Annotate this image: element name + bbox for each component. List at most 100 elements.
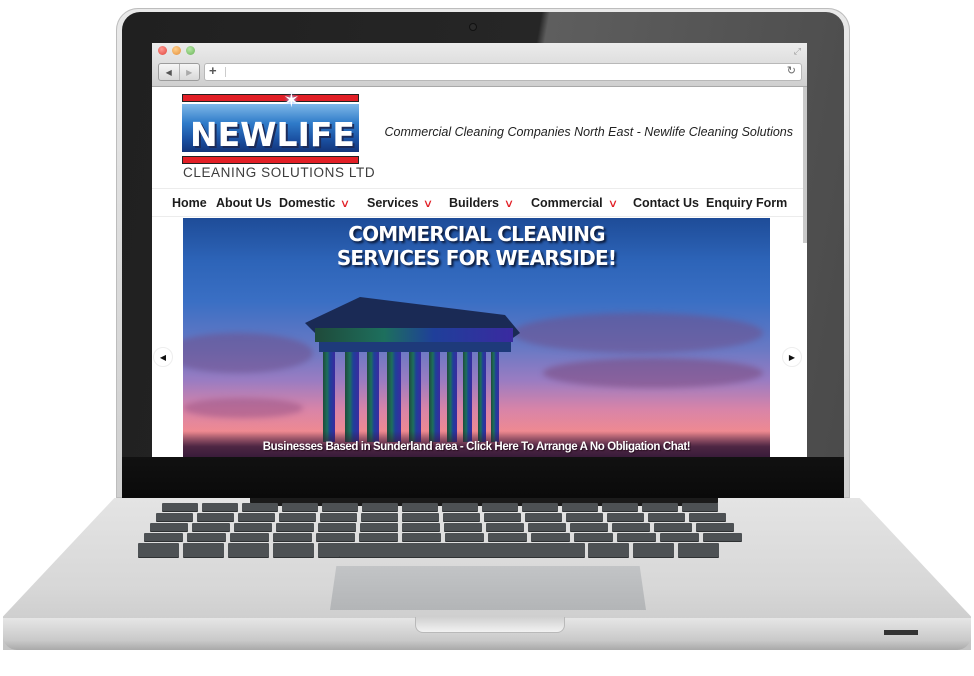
chevron-down-icon[interactable]: ∨ <box>504 197 514 210</box>
keyboard-key <box>617 533 656 541</box>
nav-label: Domestic <box>279 196 336 210</box>
keyboard-key <box>242 503 278 511</box>
cloud <box>513 313 763 353</box>
keyboard-key <box>192 523 230 531</box>
keyboard-key <box>359 533 398 541</box>
hero-title-line: COMMERCIAL CLEANING <box>348 222 605 246</box>
keyboard-key <box>484 513 521 521</box>
keyboard-key <box>230 533 269 541</box>
close-window-button[interactable] <box>158 46 167 55</box>
fullscreen-icon[interactable]: ⤢ <box>794 46 801 57</box>
chevron-down-icon[interactable]: ∨ <box>340 197 350 210</box>
chevron-left-icon: ◀ <box>159 352 167 362</box>
keyboard-key <box>660 533 699 541</box>
forward-button[interactable]: ▶ <box>180 64 200 80</box>
keyboard-key <box>689 513 726 521</box>
star-icon: ✶ <box>283 90 300 112</box>
nav-enquiry-form[interactable]: Enquiry Form <box>706 196 787 210</box>
address-bar[interactable]: + ↻ <box>204 63 802 81</box>
address-divider <box>225 67 226 77</box>
keyboard-key <box>648 513 685 521</box>
chevron-down-icon[interactable]: ∨ <box>423 197 433 210</box>
keyboard-key <box>531 533 570 541</box>
keyboard-key <box>234 523 272 531</box>
cloud <box>183 333 313 373</box>
history-buttons: ◀ ▶ <box>158 63 200 81</box>
camera-icon <box>469 23 477 31</box>
nav-label: Home <box>172 196 207 210</box>
minimize-window-button[interactable] <box>172 46 181 55</box>
nav-domestic[interactable]: Domestic ∨ <box>279 196 351 210</box>
hero-banner[interactable]: COMMERCIAL CLEANING SERVICES FOR WEARSID… <box>183 218 770 457</box>
keyboard-key <box>162 503 198 511</box>
keyboard-key <box>316 533 355 541</box>
back-button[interactable]: ◀ <box>159 64 180 80</box>
keyboard-key <box>607 513 644 521</box>
maximize-window-button[interactable] <box>186 46 195 55</box>
nav-about-us[interactable]: About Us <box>216 196 272 210</box>
keyboard-key <box>276 523 314 531</box>
slider-next-button[interactable]: ▶ <box>782 347 802 367</box>
keyboard-key <box>144 533 183 541</box>
nav-label: Services <box>367 196 419 210</box>
keyboard-key <box>566 513 603 521</box>
nav-commercial[interactable]: Commercial ∨ <box>531 196 618 210</box>
keyboard-key <box>442 503 478 511</box>
keyboard-key <box>138 543 179 557</box>
keyboard-key <box>197 513 234 521</box>
keyboard-key <box>633 543 674 557</box>
spacebar <box>339 543 585 557</box>
slider-prev-button[interactable]: ◀ <box>153 347 173 367</box>
keyboard-key <box>444 523 482 531</box>
logo-red-stripe <box>182 94 359 102</box>
nav-label: Commercial <box>531 196 603 210</box>
keyboard-key <box>486 523 524 531</box>
usb-port <box>884 630 918 635</box>
keyboard-key <box>402 523 440 531</box>
chevron-right-icon: ▶ <box>788 352 796 362</box>
keyboard-key <box>156 513 193 521</box>
keyboard-key <box>678 543 719 557</box>
hero-cta-link[interactable]: Businesses Based in Sunderland area - Cl… <box>183 441 770 453</box>
keyboard-key <box>402 533 441 541</box>
site-tagline: Commercial Cleaning Companies North East… <box>384 125 793 139</box>
nav-builders[interactable]: Builders ∨ <box>449 196 514 210</box>
reload-icon[interactable]: ↻ <box>787 64 796 77</box>
keyboard-key <box>482 503 518 511</box>
keyboard-key <box>361 513 398 521</box>
nav-services[interactable]: Services ∨ <box>367 196 434 210</box>
keyboard-key <box>228 543 269 557</box>
keyboard-key <box>574 533 613 541</box>
keyboard-key <box>443 513 480 521</box>
keyboard-key <box>282 503 318 511</box>
keyboard-key <box>322 503 358 511</box>
keyboard-key <box>696 523 734 531</box>
keyboard-key <box>488 533 527 541</box>
logo-blue-panel: NEWLIFE <box>182 104 359 152</box>
keyboard-key <box>445 533 484 541</box>
keyboard-key <box>612 523 650 531</box>
page-scrollbar[interactable] <box>803 87 807 243</box>
cloud <box>543 358 763 388</box>
keyboard-key <box>238 513 275 521</box>
keyboard-key <box>522 503 558 511</box>
logo-brand-text: NEWLIFE <box>190 115 355 154</box>
trackpad <box>330 566 646 610</box>
nav-home[interactable]: Home <box>172 196 207 210</box>
keyboard-key <box>588 543 629 557</box>
keyboard-key <box>150 523 188 531</box>
keyboard-key <box>528 523 566 531</box>
logo-subtitle: CLEANING SOLUTIONS LTD <box>183 165 376 180</box>
site-logo[interactable]: NEWLIFE ✶ CLEANING SOLUTIONS LTD <box>182 90 375 180</box>
keyboard-key <box>362 503 398 511</box>
keyboard <box>120 503 850 559</box>
nav-contact-us[interactable]: Contact Us <box>633 196 699 210</box>
hero-title-line: SERVICES FOR WEARSIDE! <box>336 246 617 270</box>
keyboard-key <box>682 503 718 511</box>
keyboard-key <box>562 503 598 511</box>
new-tab-button[interactable]: + <box>209 63 217 78</box>
nav-label: About Us <box>216 196 272 210</box>
penshaw-monument-image <box>305 297 520 442</box>
chevron-down-icon[interactable]: ∨ <box>607 197 617 210</box>
keyboard-key <box>642 503 678 511</box>
